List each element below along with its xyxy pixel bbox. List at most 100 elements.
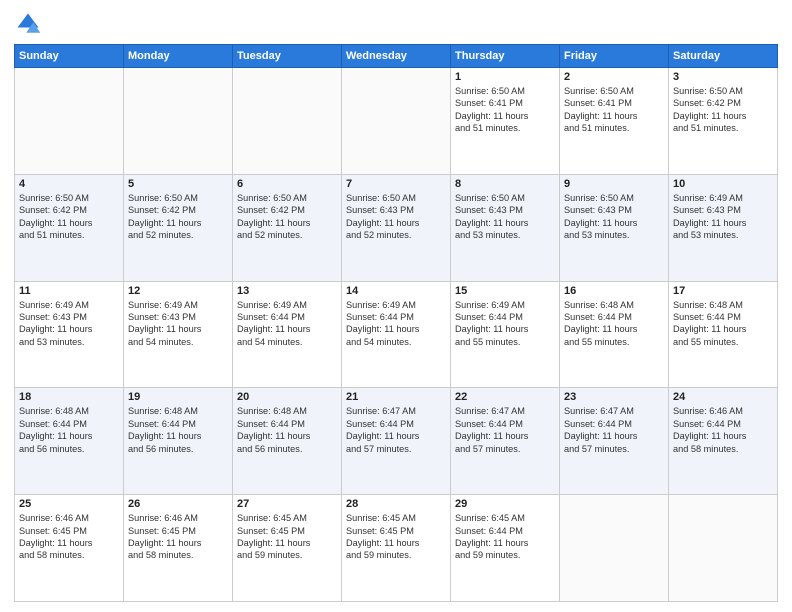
day-info: Sunrise: 6:49 AMSunset: 6:43 PMDaylight:…	[19, 299, 119, 349]
calendar-cell: 13Sunrise: 6:49 AMSunset: 6:44 PMDayligh…	[233, 281, 342, 388]
day-number: 4	[19, 178, 119, 190]
calendar-cell: 20 Sunrise: 6:48 AMSunset: 6:44 PMDayligh…	[233, 388, 342, 495]
calendar-table: SundayMondayTuesdayWednesdayThursdayFrid…	[14, 44, 778, 602]
day-number: 12	[128, 285, 228, 297]
page: SundayMondayTuesdayWednesdayThursdayFrid…	[0, 0, 792, 612]
day-number: 9	[564, 178, 664, 190]
calendar-body: 1 Sunrise: 6:50 AMSunset: 6:41 PMDaylight…	[15, 68, 778, 602]
week-row-4: 18 Sunrise: 6:48 AMSunset: 6:44 PMDayligh…	[15, 388, 778, 495]
day-number: 17	[673, 285, 773, 297]
calendar-cell: 2 Sunrise: 6:50 AMSunset: 6:41 PMDaylight…	[560, 68, 669, 175]
calendar-cell: 21Sunrise: 6:47 AMSunset: 6:44 PMDayligh…	[342, 388, 451, 495]
calendar-cell: 14 Sunrise: 6:49 AMSunset: 6:44 PMDayligh…	[342, 281, 451, 388]
calendar-cell: 7 Sunrise: 6:50 AMSunset: 6:43 PMDaylight…	[342, 174, 451, 281]
day-number: 10	[673, 178, 773, 190]
day-info: Sunrise: 6:46 AMSunset: 6:44 PMDaylight:…	[673, 405, 773, 455]
day-number: 25	[19, 498, 119, 510]
week-row-3: 11 Sunrise: 6:49 AMSunset: 6:43 PMDayligh…	[15, 281, 778, 388]
calendar-cell: 8Sunrise: 6:50 AMSunset: 6:43 PMDaylight…	[451, 174, 560, 281]
day-info: Sunrise: 6:50 AMSunset: 6:43 PMDaylight:…	[346, 192, 446, 242]
calendar-cell	[15, 68, 124, 175]
day-number: 29	[455, 498, 555, 510]
day-number: 18	[19, 391, 119, 403]
calendar-cell: 6 Sunrise: 6:50 AMSunset: 6:42 PMDaylight…	[233, 174, 342, 281]
calendar-cell: 29 Sunrise: 6:45 AMSunset: 6:44 PMDayligh…	[451, 495, 560, 602]
weekday-header-thursday: Thursday	[451, 45, 560, 68]
day-info: Sunrise: 6:46 AMSunset: 6:45 PMDaylight:…	[128, 512, 228, 562]
day-info: Sunrise: 6:48 AMSunset: 6:44 PMDaylight:…	[19, 405, 119, 455]
day-info: Sunrise: 6:50 AMSunset: 6:43 PMDaylight:…	[564, 192, 664, 242]
calendar-cell: 18 Sunrise: 6:48 AMSunset: 6:44 PMDayligh…	[15, 388, 124, 495]
day-number: 11	[19, 285, 119, 297]
day-number: 7	[346, 178, 446, 190]
day-number: 2	[564, 71, 664, 83]
calendar-cell: 22 Sunrise: 6:47 AMSunset: 6:44 PMDayligh…	[451, 388, 560, 495]
day-info: Sunrise: 6:48 AMSunset: 6:44 PMDaylight:…	[564, 299, 664, 349]
day-info: Sunrise: 6:49 AMSunset: 6:44 PMDaylight:…	[455, 299, 555, 349]
day-info: Sunrise: 6:47 AMSunset: 6:44 PMDaylight:…	[455, 405, 555, 455]
calendar-cell: 16 Sunrise: 6:48 AMSunset: 6:44 PMDayligh…	[560, 281, 669, 388]
day-info: Sunrise: 6:48 AMSunset: 6:44 PMDaylight:…	[673, 299, 773, 349]
weekday-header-monday: Monday	[124, 45, 233, 68]
calendar-cell: 10 Sunrise: 6:49 AMSunset: 6:43 PMDayligh…	[669, 174, 778, 281]
day-number: 22	[455, 391, 555, 403]
day-info: Sunrise: 6:49 AMSunset: 6:43 PMDaylight:…	[128, 299, 228, 349]
weekday-header-tuesday: Tuesday	[233, 45, 342, 68]
calendar-cell: 3Sunrise: 6:50 AMSunset: 6:42 PMDaylight…	[669, 68, 778, 175]
logo	[14, 10, 46, 38]
day-info: Sunrise: 6:47 AMSunset: 6:44 PMDaylight:…	[564, 405, 664, 455]
calendar-cell	[233, 68, 342, 175]
calendar-cell: 28 Sunrise: 6:45 AMSunset: 6:45 PMDayligh…	[342, 495, 451, 602]
day-info: Sunrise: 6:50 AMSunset: 6:42 PMDaylight:…	[128, 192, 228, 242]
weekday-header-sunday: Sunday	[15, 45, 124, 68]
day-info: Sunrise: 6:49 AMSunset: 6:44 PMDaylight:…	[346, 299, 446, 349]
calendar-cell: 27 Sunrise: 6:45 AMSunset: 6:45 PMDayligh…	[233, 495, 342, 602]
calendar-cell: 19 Sunrise: 6:48 AMSunset: 6:44 PMDayligh…	[124, 388, 233, 495]
day-number: 28	[346, 498, 446, 510]
day-number: 26	[128, 498, 228, 510]
day-number: 23	[564, 391, 664, 403]
day-number: 8	[455, 178, 555, 190]
calendar-cell: 25 Sunrise: 6:46 AMSunset: 6:45 PMDayligh…	[15, 495, 124, 602]
day-number: 5	[128, 178, 228, 190]
day-info: Sunrise: 6:45 AMSunset: 6:45 PMDaylight:…	[346, 512, 446, 562]
day-info: Sunrise: 6:49 AMSunset: 6:43 PMDaylight:…	[673, 192, 773, 242]
day-number: 14	[346, 285, 446, 297]
calendar-cell	[342, 68, 451, 175]
day-info: Sunrise: 6:45 AMSunset: 6:44 PMDaylight:…	[455, 512, 555, 562]
day-number: 19	[128, 391, 228, 403]
calendar-cell: 4 Sunrise: 6:50 AMSunset: 6:42 PMDaylight…	[15, 174, 124, 281]
calendar-header: SundayMondayTuesdayWednesdayThursdayFrid…	[15, 45, 778, 68]
day-number: 13	[237, 285, 337, 297]
calendar-cell: 24Sunrise: 6:46 AMSunset: 6:44 PMDayligh…	[669, 388, 778, 495]
day-number: 21	[346, 391, 446, 403]
logo-icon	[14, 10, 42, 38]
weekday-header-saturday: Saturday	[669, 45, 778, 68]
day-info: Sunrise: 6:48 AMSunset: 6:44 PMDaylight:…	[237, 405, 337, 455]
day-info: Sunrise: 6:50 AMSunset: 6:41 PMDaylight:…	[564, 85, 664, 135]
week-row-5: 25 Sunrise: 6:46 AMSunset: 6:45 PMDayligh…	[15, 495, 778, 602]
calendar-cell: 1 Sunrise: 6:50 AMSunset: 6:41 PMDaylight…	[451, 68, 560, 175]
day-info: Sunrise: 6:50 AMSunset: 6:41 PMDaylight:…	[455, 85, 555, 135]
calendar-cell: 12 Sunrise: 6:49 AMSunset: 6:43 PMDayligh…	[124, 281, 233, 388]
day-number: 6	[237, 178, 337, 190]
day-number: 16	[564, 285, 664, 297]
day-info: Sunrise: 6:50 AMSunset: 6:42 PMDaylight:…	[19, 192, 119, 242]
day-number: 15	[455, 285, 555, 297]
calendar-cell: 15 Sunrise: 6:49 AMSunset: 6:44 PMDayligh…	[451, 281, 560, 388]
day-info: Sunrise: 6:50 AMSunset: 6:42 PMDaylight:…	[237, 192, 337, 242]
day-number: 20	[237, 391, 337, 403]
day-number: 27	[237, 498, 337, 510]
weekday-row: SundayMondayTuesdayWednesdayThursdayFrid…	[15, 45, 778, 68]
calendar-cell: 11 Sunrise: 6:49 AMSunset: 6:43 PMDayligh…	[15, 281, 124, 388]
calendar-cell	[560, 495, 669, 602]
day-info: Sunrise: 6:48 AMSunset: 6:44 PMDaylight:…	[128, 405, 228, 455]
header	[14, 10, 778, 38]
day-number: 1	[455, 71, 555, 83]
calendar-cell: 23 Sunrise: 6:47 AMSunset: 6:44 PMDayligh…	[560, 388, 669, 495]
day-info: Sunrise: 6:45 AMSunset: 6:45 PMDaylight:…	[237, 512, 337, 562]
weekday-header-wednesday: Wednesday	[342, 45, 451, 68]
calendar-cell: 17 Sunrise: 6:48 AMSunset: 6:44 PMDayligh…	[669, 281, 778, 388]
day-info: Sunrise: 6:46 AMSunset: 6:45 PMDaylight:…	[19, 512, 119, 562]
weekday-header-friday: Friday	[560, 45, 669, 68]
